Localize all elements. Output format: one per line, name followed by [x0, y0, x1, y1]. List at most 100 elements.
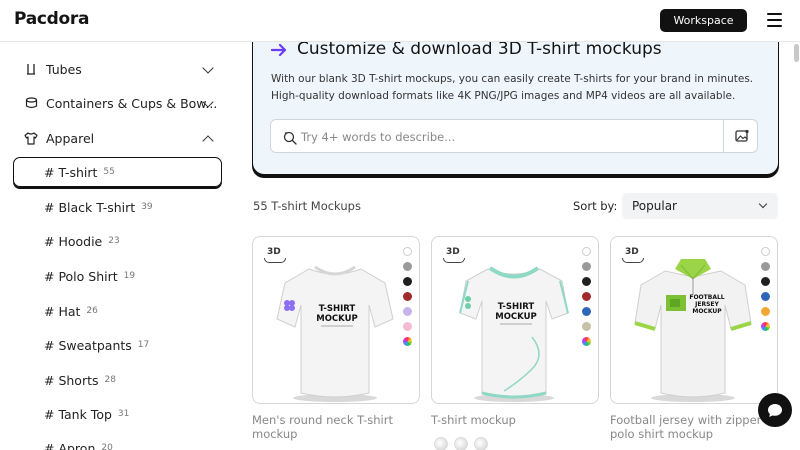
material-swatch[interactable]: [474, 437, 488, 450]
swatch-black[interactable]: [403, 277, 412, 286]
sub-count: 26: [86, 306, 98, 316]
image-search-button[interactable]: [723, 120, 759, 152]
sidebar-sub-tank-top[interactable]: # Tank Top 31: [44, 403, 129, 425]
tshirt-icon: [24, 131, 38, 145]
swatch-red[interactable]: [582, 292, 591, 301]
color-swatches: [761, 247, 771, 337]
sidebar-category-apparel[interactable]: Apparel: [24, 125, 224, 151]
search-box: [270, 119, 758, 153]
shirt-print-line2: MOCKUP: [316, 314, 358, 324]
mockup-card-football-jersey[interactable]: 3D FOOTBALL JERSEY MOCKUP: [610, 236, 778, 404]
sub-count: 17: [137, 340, 150, 350]
sub-label: # Hoodie: [44, 233, 103, 249]
banner-title-row: Customize & download 3D T-shirt mockups: [270, 39, 662, 59]
jersey-print-line1: FOOTBALL: [689, 294, 724, 301]
card-title[interactable]: Football jersey with zipper polo shirt m…: [610, 413, 782, 441]
arrow-right-icon: [270, 42, 287, 57]
mockup-card-tshirt[interactable]: 3D T-SHIRT MOCKUP: [431, 236, 599, 404]
shirt-print-line2: MOCKUP: [495, 312, 537, 322]
sub-label: # Apron: [44, 440, 96, 450]
hamburger-menu-icon[interactable]: [767, 13, 782, 27]
shirt-print-line1: T-SHIRT: [498, 302, 535, 312]
pacdora-logo[interactable]: Pacdora: [14, 9, 89, 29]
tube-icon: [24, 62, 38, 76]
chat-button[interactable]: [758, 393, 792, 427]
banner-description: With our blank 3D T-shirt mockups, you c…: [271, 73, 754, 102]
sub-label: # Polo Shirt: [44, 268, 118, 284]
swatch-red[interactable]: [403, 292, 412, 301]
swatch-white[interactable]: [403, 247, 412, 256]
shirt-print-line1: T-SHIRT: [319, 304, 356, 314]
swatch-black[interactable]: [582, 277, 591, 286]
material-swatch[interactable]: [434, 437, 448, 450]
category-sidebar: Tubes Containers & Cups & Bow... Apparel…: [0, 43, 232, 450]
sort-value: Popular: [632, 199, 677, 213]
search-input[interactable]: [301, 128, 701, 146]
results-count: 55 T-shirt Mockups: [253, 199, 361, 213]
swatch-white[interactable]: [761, 247, 770, 256]
card-title[interactable]: Men's round neck T-shirt mockup: [252, 413, 424, 441]
color-swatches: [403, 247, 413, 352]
sub-label: # Sweatpants: [44, 337, 132, 353]
chevron-down-icon: [202, 62, 214, 74]
sidebar-sub-tshirt[interactable]: # T-shirt 55: [44, 161, 115, 183]
sidebar-category-label: Apparel: [46, 130, 95, 146]
swatch-beige[interactable]: [582, 322, 591, 331]
swatch-blue[interactable]: [761, 292, 770, 301]
chat-bubble-icon: [768, 403, 782, 417]
swatch-rainbow-icon[interactable]: [582, 337, 591, 346]
chevron-down-icon: [758, 199, 768, 209]
ai-search-icon: [283, 130, 297, 145]
top-header: Pacdora Workspace: [0, 0, 800, 42]
swatch-lavender[interactable]: [403, 307, 412, 316]
swatch-gray[interactable]: [761, 262, 770, 271]
sub-label: # Shorts: [44, 372, 99, 388]
swatch-rainbow-icon[interactable]: [403, 337, 412, 346]
jersey-mockup-image: FOOTBALL JERSEY MOCKUP: [634, 259, 752, 402]
sidebar-category-label: Containers & Cups & Bow...: [46, 95, 218, 111]
swatch-rainbow-icon[interactable]: [761, 322, 770, 331]
mockup-card-round-neck[interactable]: 3D T-SHIRT MOCKUP: [252, 236, 420, 404]
card-title[interactable]: T-shirt mockup: [431, 413, 603, 427]
swatch-gray[interactable]: [582, 262, 591, 271]
swatch-gray[interactable]: [403, 262, 412, 271]
sub-count: 39: [141, 202, 153, 212]
sub-count: 55: [103, 167, 115, 177]
sidebar-sub-black-tshirt[interactable]: # Black T-shirt 39: [44, 196, 153, 218]
jersey-print-line2: JERSEY: [694, 301, 719, 308]
sub-count: 20: [101, 443, 113, 450]
page-scrollbar[interactable]: [794, 44, 799, 62]
sub-count: 19: [123, 271, 136, 281]
sort-dropdown[interactable]: Popular: [622, 193, 778, 219]
sidebar-category-containers[interactable]: Containers & Cups & Bow...: [24, 90, 224, 116]
workspace-button[interactable]: Workspace: [660, 9, 747, 32]
sidebar-category-tubes[interactable]: Tubes: [24, 56, 224, 82]
swatch-pink[interactable]: [403, 322, 412, 331]
sidebar-sub-hat[interactable]: # Hat 26: [44, 300, 98, 322]
image-search-icon: [734, 129, 749, 142]
swatch-orange[interactable]: [761, 307, 770, 316]
swatch-white[interactable]: [582, 247, 591, 256]
swatch-blue[interactable]: [582, 307, 591, 316]
sort-label: Sort by:: [573, 199, 618, 213]
sidebar-sub-sweatpants[interactable]: # Sweatpants 17: [44, 334, 149, 356]
color-swatches: [582, 247, 592, 352]
banner-title: Customize & download 3D T-shirt mockups: [297, 39, 662, 59]
sub-count: 23: [108, 236, 120, 246]
container-icon: [24, 96, 38, 110]
sub-count: 28: [104, 375, 116, 385]
sidebar-sub-apron[interactable]: # Apron 20: [44, 437, 113, 450]
sub-count: 31: [117, 409, 130, 419]
swatch-black[interactable]: [761, 277, 770, 286]
tshirt-mockup-image: T-SHIRT MOCKUP: [276, 265, 394, 402]
hero-banner: Customize & download 3D T-shirt mockups …: [252, 30, 779, 175]
sidebar-sub-hoodie[interactable]: # Hoodie 23: [44, 230, 120, 252]
jersey-print-line3: MOCKUP: [692, 308, 722, 315]
sub-label: # Tank Top: [44, 406, 112, 422]
sub-label: # T-shirt: [44, 164, 98, 180]
sidebar-sub-polo-shirt[interactable]: # Polo Shirt 19: [44, 265, 135, 287]
sidebar-category-label: Tubes: [46, 61, 82, 77]
sidebar-sub-shorts[interactable]: # Shorts 28: [44, 369, 116, 391]
tshirt-mockup-image: T-SHIRT MOCKUP: [459, 266, 569, 402]
material-swatch[interactable]: [454, 437, 468, 450]
